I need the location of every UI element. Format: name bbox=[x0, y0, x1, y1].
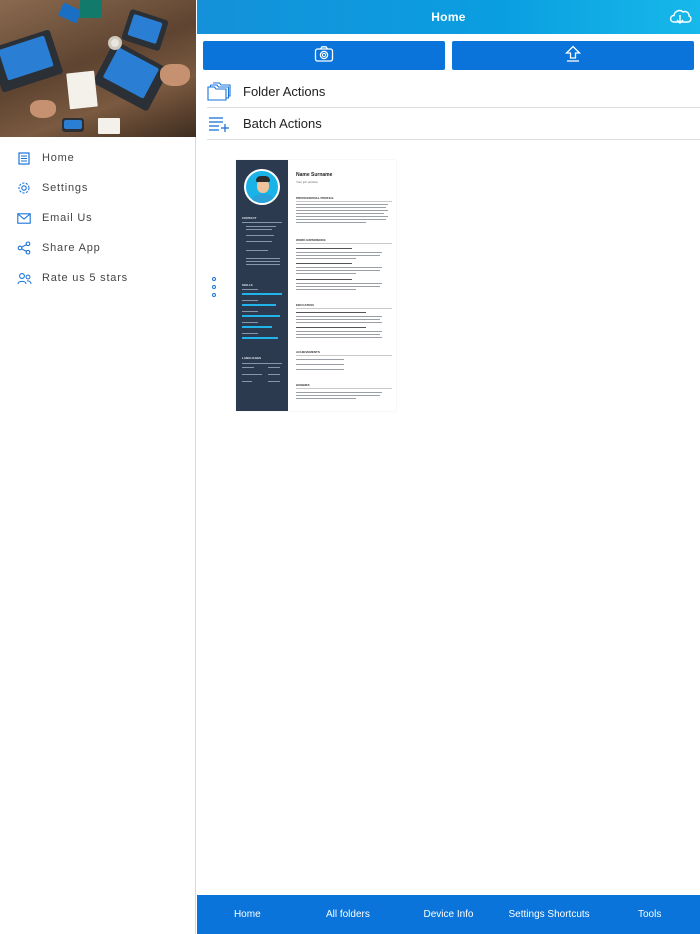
sidebar-item-label: Home bbox=[42, 152, 75, 164]
folder-actions-row[interactable]: Folder Actions bbox=[207, 76, 700, 108]
tab-tools[interactable]: Tools bbox=[599, 895, 700, 934]
documents-area: CONTACT SKILLS LANGUAGES Name Surname Yo… bbox=[197, 140, 700, 840]
top-bar: Home bbox=[197, 0, 700, 34]
resume-sidebar-header: LANGUAGES bbox=[242, 356, 262, 360]
tab-settings-shortcuts[interactable]: Settings Shortcuts bbox=[499, 895, 600, 934]
more-options-icon[interactable] bbox=[211, 277, 217, 297]
tab-home[interactable]: Home bbox=[197, 895, 298, 934]
gear-icon bbox=[16, 180, 32, 196]
sidebar-item-email[interactable]: Email Us bbox=[0, 203, 195, 233]
sidebar-item-label: Share App bbox=[42, 242, 101, 254]
resume-section-header: ACHIEVEMENTS bbox=[296, 350, 320, 354]
sidebar-item-home[interactable]: Home bbox=[0, 143, 195, 173]
document-icon bbox=[16, 150, 32, 166]
resume-job-title: Your job position bbox=[296, 180, 319, 184]
sidebar-hero-image bbox=[0, 0, 196, 137]
resume-section-header: PROFESSIONAL PROFILE bbox=[296, 196, 334, 200]
batch-actions-label: Batch Actions bbox=[243, 116, 322, 131]
tab-device-info[interactable]: Device Info bbox=[398, 895, 499, 934]
camera-button[interactable] bbox=[203, 41, 445, 70]
resume-sidebar-header: CONTACT bbox=[242, 216, 257, 220]
users-icon bbox=[16, 270, 32, 286]
upload-icon bbox=[564, 45, 582, 66]
upload-button[interactable] bbox=[452, 41, 694, 70]
tab-all-folders[interactable]: All folders bbox=[298, 895, 399, 934]
bottom-tab-bar: Home All folders Device Info Settings Sh… bbox=[197, 895, 700, 934]
sidebar-menu: Home Settings Email Us Share App Rate us… bbox=[0, 143, 195, 293]
camera-icon bbox=[314, 45, 334, 66]
sidebar-item-label: Settings bbox=[42, 182, 89, 194]
resume-avatar bbox=[244, 169, 280, 205]
document-thumbnail[interactable]: CONTACT SKILLS LANGUAGES Name Surname Yo… bbox=[236, 160, 396, 411]
cloud-download-icon[interactable] bbox=[668, 7, 692, 27]
batch-actions-row[interactable]: Batch Actions bbox=[207, 108, 700, 140]
resume-section-header: EDUCATION bbox=[296, 303, 314, 307]
page-title: Home bbox=[431, 10, 466, 24]
sidebar-item-label: Email Us bbox=[42, 212, 93, 224]
resume-sidebar-header: SKILLS bbox=[242, 283, 253, 287]
app-window: Home Settings Email Us Share App Rate us… bbox=[0, 0, 700, 934]
resume-section-header: HOBBIES bbox=[296, 383, 310, 387]
sidebar-item-settings[interactable]: Settings bbox=[0, 173, 195, 203]
sidebar-item-label: Rate us 5 stars bbox=[42, 272, 128, 284]
sidebar: Home Settings Email Us Share App Rate us… bbox=[0, 0, 196, 934]
folders-icon bbox=[207, 81, 231, 102]
resume-section-header: WORK EXPERIENCE bbox=[296, 238, 326, 242]
resume-name: Name Surname bbox=[296, 172, 333, 178]
folder-actions-label: Folder Actions bbox=[243, 84, 326, 99]
share-icon bbox=[16, 240, 32, 256]
main-panel: Home Folder Actions Batch Actions CONTAC… bbox=[197, 0, 700, 934]
batch-list-icon bbox=[207, 114, 231, 134]
sidebar-item-rate[interactable]: Rate us 5 stars bbox=[0, 263, 195, 293]
mail-icon bbox=[16, 210, 32, 226]
action-buttons bbox=[197, 34, 700, 70]
sidebar-item-share[interactable]: Share App bbox=[0, 233, 195, 263]
resume-sidebar: CONTACT SKILLS LANGUAGES bbox=[236, 160, 288, 411]
